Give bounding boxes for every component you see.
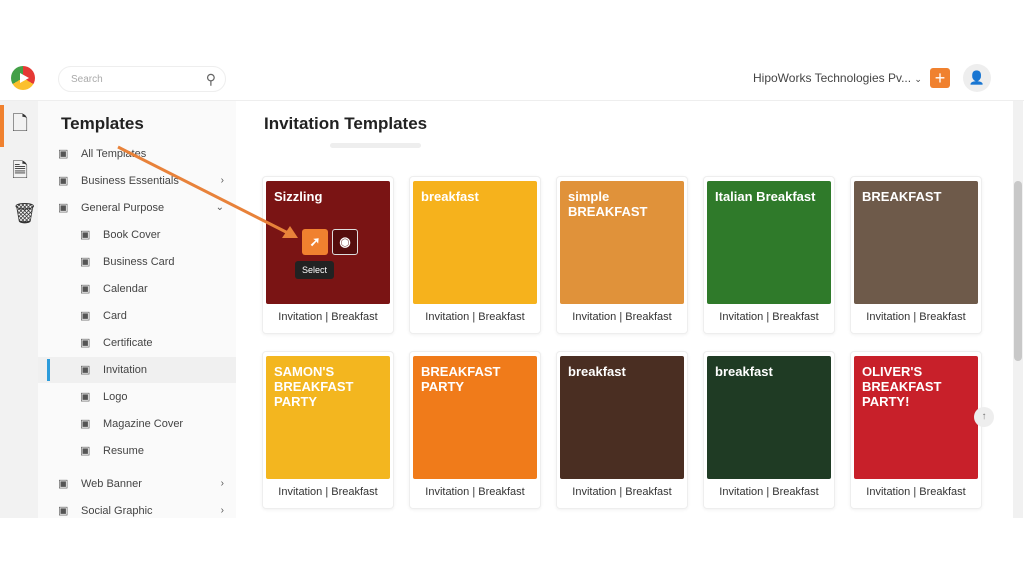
- annotation-arrow: [117, 145, 298, 238]
